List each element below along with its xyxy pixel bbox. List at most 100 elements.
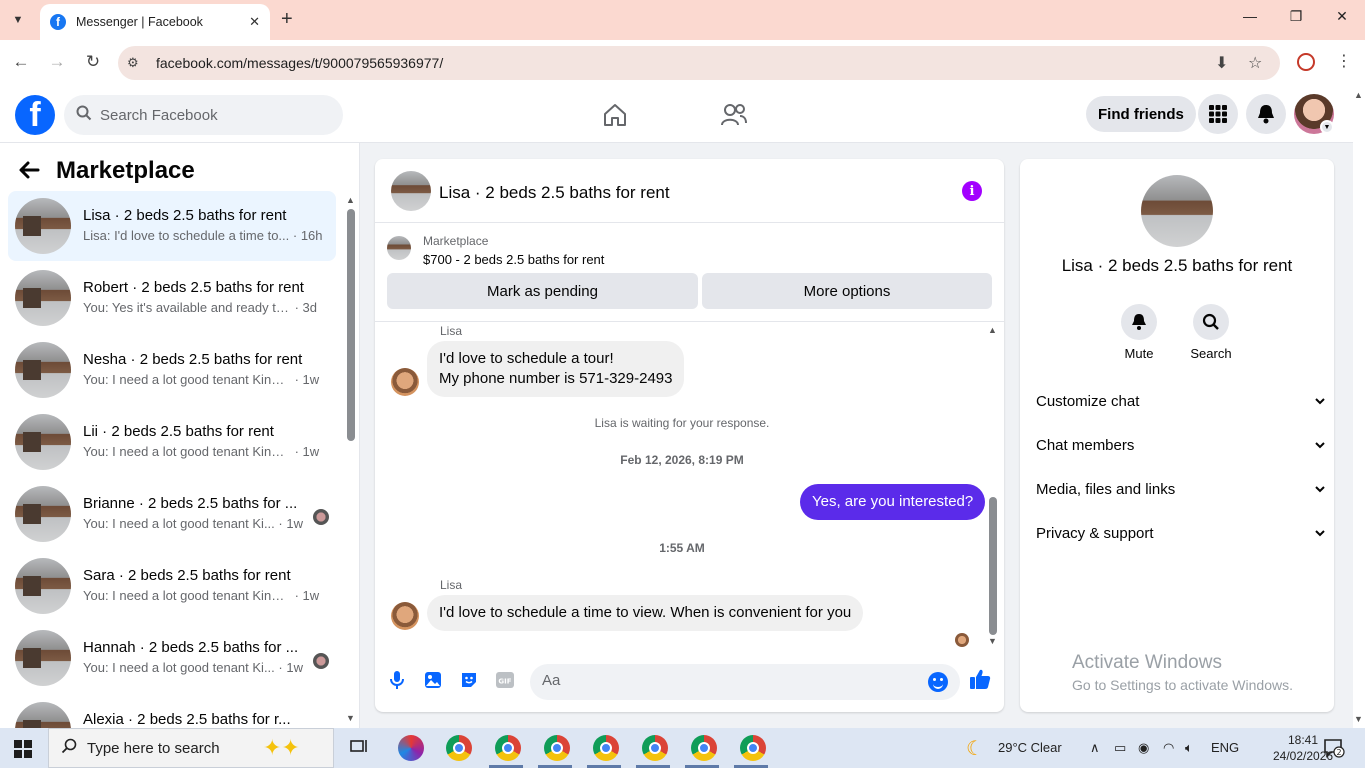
minimize-button[interactable]: — xyxy=(1227,8,1273,24)
conversation-item[interactable]: Hannah · 2 beds 2.5 baths for ... You: I… xyxy=(8,623,336,693)
snipping-tool-icon[interactable] xyxy=(398,735,424,761)
search-input[interactable] xyxy=(100,106,320,124)
conversation-item[interactable]: Nesha · 2 beds 2.5 baths for rent You: I… xyxy=(8,335,336,405)
address-bar[interactable]: ⚙ facebook.com/messages/t/90007956593697… xyxy=(118,46,1280,80)
facebook-logo-icon[interactable]: f xyxy=(15,95,55,135)
install-app-icon[interactable]: ⬇ xyxy=(1215,53,1228,73)
weather-text[interactable]: 29°C Clear xyxy=(998,740,1062,755)
conversation-name: Brianne · 2 beds 2.5 baths for ... xyxy=(83,495,298,512)
chrome-app-icon[interactable] xyxy=(544,735,570,761)
tray-device-icon[interactable]: ▭ xyxy=(1114,740,1126,756)
friends-icon[interactable] xyxy=(719,100,749,130)
language-indicator[interactable]: ENG xyxy=(1211,740,1239,755)
browser-tab-messenger[interactable]: f Messenger | Facebook ✕ xyxy=(40,4,270,40)
chrome-app-icon[interactable] xyxy=(740,735,766,761)
chat-title[interactable]: Lisa · 2 beds 2.5 baths for rent xyxy=(439,183,670,203)
microphone-icon[interactable] xyxy=(387,670,407,690)
wifi-icon[interactable]: ◠ xyxy=(1163,740,1174,756)
notification-center-icon[interactable]: 2 xyxy=(1323,738,1345,763)
reload-icon[interactable]: ↻ xyxy=(82,52,104,72)
message-input-box[interactable] xyxy=(530,664,960,700)
incoming-message[interactable]: I'd love to schedule a time to view. Whe… xyxy=(427,595,864,631)
tray-network-icon[interactable]: ◉ xyxy=(1138,740,1149,756)
notifications-bell-icon[interactable] xyxy=(1246,94,1286,134)
marketplace-label: Marketplace xyxy=(423,234,489,248)
listing-thumbnail xyxy=(15,342,71,398)
conversation-item[interactable]: Alexia · 2 beds 2.5 baths for r... xyxy=(8,695,336,728)
bell-icon xyxy=(1121,304,1157,340)
task-view-icon[interactable] xyxy=(347,735,373,761)
sender-avatar[interactable] xyxy=(391,602,419,630)
seen-receipt-avatar xyxy=(955,633,969,647)
conversation-item[interactable]: Lii · 2 beds 2.5 baths for rent You: I n… xyxy=(8,407,336,477)
browser-menu-icon[interactable]: ⋮ xyxy=(1336,51,1352,71)
new-tab-button[interactable]: + xyxy=(281,9,293,29)
chrome-app-icon[interactable] xyxy=(642,735,668,761)
facebook-search-box[interactable] xyxy=(64,95,343,135)
forward-arrow-icon[interactable]: → xyxy=(46,52,68,72)
conversation-item[interactable]: Brianne · 2 beds 2.5 baths for ... You: … xyxy=(8,479,336,549)
chat-avatar[interactable] xyxy=(391,171,431,211)
watermark-title: Activate Windows xyxy=(1072,652,1222,673)
chrome-app-icon[interactable] xyxy=(593,735,619,761)
volume-icon[interactable]: 🔈︎ xyxy=(1185,740,1193,756)
scroll-up-arrow-icon[interactable]: ▲ xyxy=(1354,90,1363,100)
show-hidden-icons-chevron[interactable]: ∧ xyxy=(1090,740,1100,756)
conversation-name: Nesha · 2 beds 2.5 baths for rent xyxy=(83,351,303,368)
chrome-app-icon[interactable] xyxy=(446,735,472,761)
search-conversation-button[interactable]: Search xyxy=(1175,304,1247,361)
site-info-icon[interactable]: ⚙ xyxy=(127,55,139,71)
windows-start-icon[interactable] xyxy=(14,740,32,758)
mark-as-pending-button[interactable]: Mark as pending xyxy=(387,273,698,309)
conversation-item[interactable]: Robert · 2 beds 2.5 baths for rent You: … xyxy=(8,263,336,333)
sidebar-scrollbar[interactable] xyxy=(347,209,355,441)
back-arrow-icon[interactable]: ← xyxy=(10,52,32,72)
customize-chat-section[interactable]: Customize chat xyxy=(1028,381,1326,421)
sticker-icon[interactable] xyxy=(459,670,479,690)
scroll-up-arrow-icon[interactable]: ▲ xyxy=(346,195,355,205)
mute-button[interactable]: Mute xyxy=(1103,304,1175,361)
photo-icon[interactable] xyxy=(423,670,443,690)
home-icon[interactable] xyxy=(600,100,630,130)
page-scrollbar[interactable] xyxy=(1353,86,1365,728)
emoji-icon[interactable] xyxy=(928,672,948,692)
listing-title[interactable]: $700 - 2 beds 2.5 baths for rent xyxy=(423,252,604,267)
conversation-item[interactable]: Sara · 2 beds 2.5 baths for rent You: I … xyxy=(8,551,336,621)
browser-profile-icon[interactable] xyxy=(1297,53,1315,71)
scroll-down-arrow-icon[interactable]: ▼ xyxy=(988,636,997,646)
tab-search-button[interactable]: ▼ xyxy=(6,8,30,32)
find-friends-button[interactable]: Find friends xyxy=(1086,96,1196,132)
scroll-down-arrow-icon[interactable]: ▼ xyxy=(346,713,355,723)
scroll-up-arrow-icon[interactable]: ▲ xyxy=(988,325,997,335)
conversation-item[interactable]: Lisa · 2 beds 2.5 baths for rent Lisa: I… xyxy=(8,191,336,261)
outgoing-message[interactable]: Yes, are you interested? xyxy=(800,484,986,520)
weather-moon-icon[interactable]: ☾ xyxy=(966,736,984,761)
chrome-app-icon[interactable] xyxy=(495,735,521,761)
close-window-button[interactable]: ✕ xyxy=(1319,8,1365,25)
sender-avatar[interactable] xyxy=(391,368,419,396)
message-input[interactable] xyxy=(542,672,912,689)
menu-grid-icon[interactable] xyxy=(1198,94,1238,134)
restore-button[interactable]: ❐ xyxy=(1273,8,1319,25)
chat-members-section[interactable]: Chat members xyxy=(1028,425,1326,465)
bookmark-star-icon[interactable]: ☆ xyxy=(1248,53,1262,73)
search-icon xyxy=(76,105,92,125)
info-icon[interactable]: i xyxy=(962,181,982,201)
thumbs-up-icon[interactable] xyxy=(969,668,991,695)
more-options-button[interactable]: More options xyxy=(702,273,992,309)
tab-close-icon[interactable]: ✕ xyxy=(249,14,260,30)
taskbar-search-box[interactable]: Type here to search ✦✦ xyxy=(48,728,334,768)
url-text[interactable]: facebook.com/messages/t/900079565936977/ xyxy=(156,55,443,71)
scroll-down-arrow-icon[interactable]: ▼ xyxy=(1354,714,1363,724)
incoming-message[interactable]: I'd love to schedule a tour! My phone nu… xyxy=(427,341,685,397)
chat-scrollbar[interactable] xyxy=(989,497,997,635)
back-arrow-icon[interactable] xyxy=(18,159,40,187)
activate-windows-watermark: Activate Windows Go to Settings to activ… xyxy=(1072,652,1293,693)
account-chevron-icon[interactable]: ▼ xyxy=(1320,120,1334,134)
conversation-sidebar: Marketplace Lisa · 2 beds 2.5 baths for … xyxy=(0,143,360,728)
chrome-app-icon[interactable] xyxy=(691,735,717,761)
chat-avatar-large[interactable] xyxy=(1141,175,1213,247)
gif-icon[interactable]: GIF xyxy=(495,670,515,690)
privacy-support-section[interactable]: Privacy & support xyxy=(1028,513,1326,553)
media-files-links-section[interactable]: Media, files and links xyxy=(1028,469,1326,509)
